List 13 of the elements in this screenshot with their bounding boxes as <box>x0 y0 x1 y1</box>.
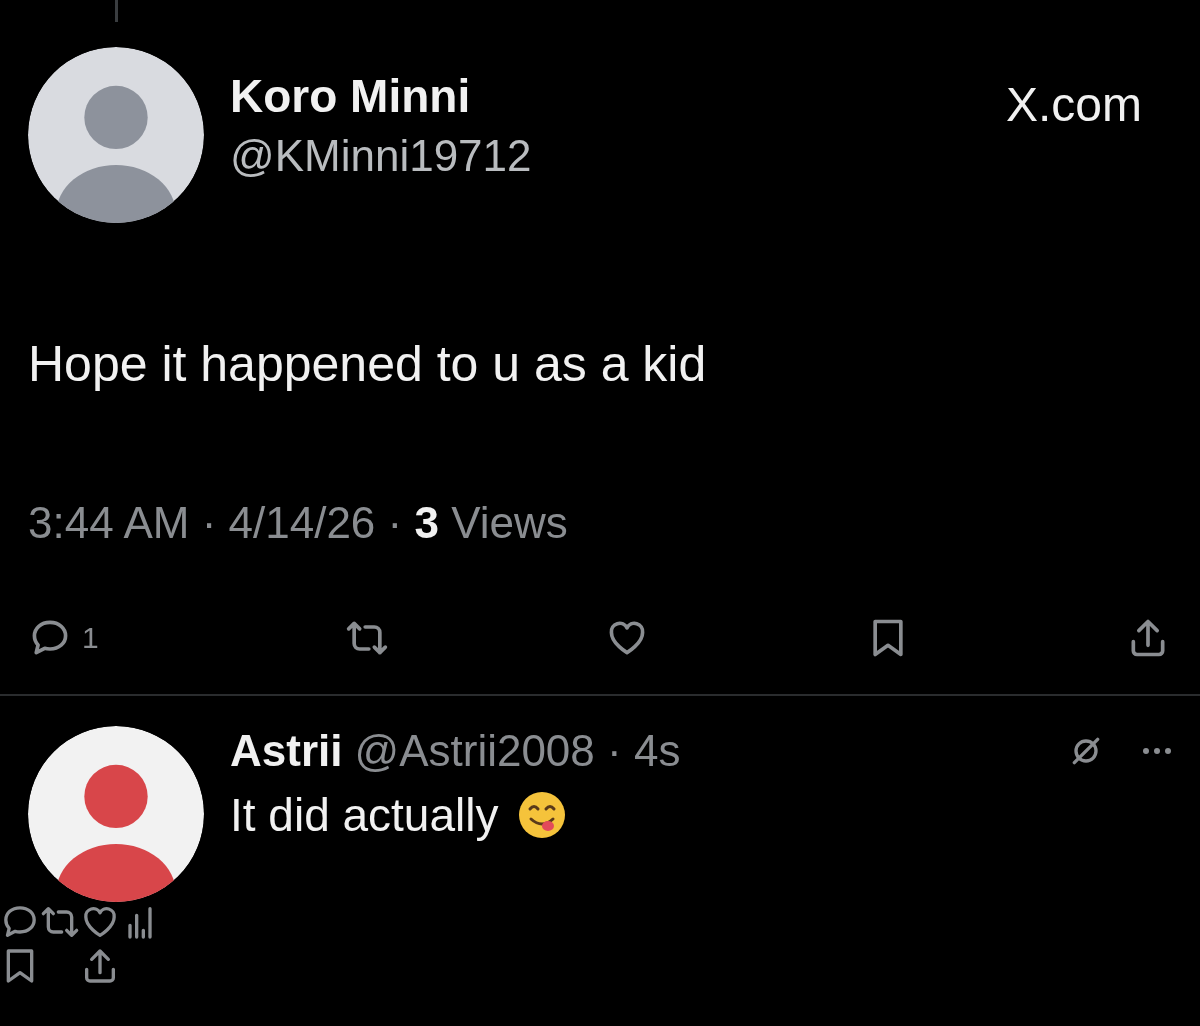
more-icon[interactable] <box>1142 746 1172 756</box>
display-name[interactable]: Astrii <box>230 726 343 776</box>
post-meta: 3:44 AM · 4/14/26 · 3 Views <box>28 498 569 548</box>
avatar[interactable] <box>28 726 204 902</box>
username[interactable]: @KMinni19712 <box>230 131 532 181</box>
username-and-time: @Astrii2008 · 4s <box>354 726 681 776</box>
reply-count: 1 <box>82 621 99 655</box>
post-text: Hope it happened to u as a kid <box>28 335 708 393</box>
smiley-icon <box>518 791 567 839</box>
display-name[interactable]: Koro Minni <box>230 69 532 123</box>
source-label: X.com <box>1005 77 1142 132</box>
avatar[interactable] <box>28 47 204 223</box>
reply-text: It did actually <box>230 788 499 842</box>
